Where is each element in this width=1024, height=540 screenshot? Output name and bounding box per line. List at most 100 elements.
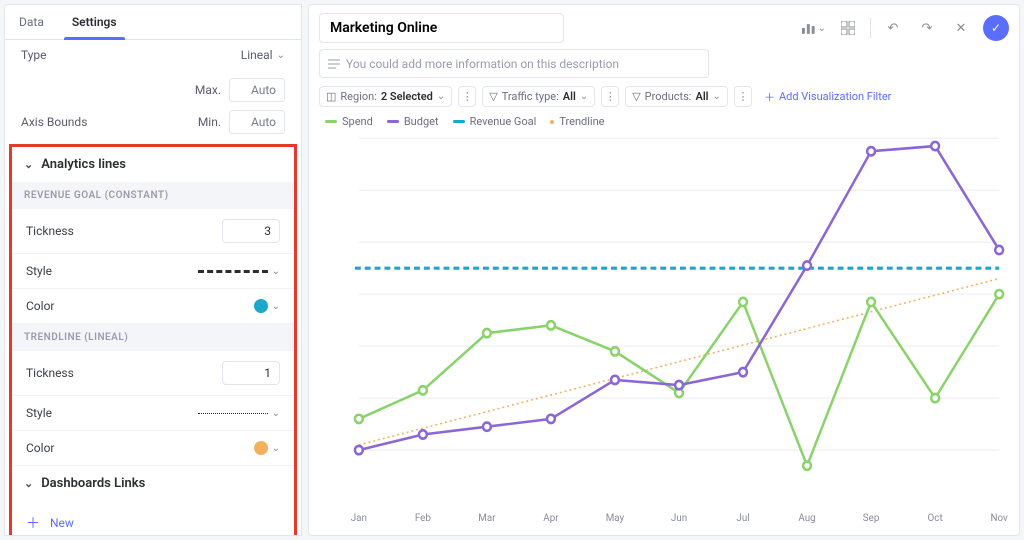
- chevron-down-icon: ⌄: [24, 477, 33, 490]
- color-row: Color ⌄: [12, 431, 294, 466]
- chevron-down-icon: ⌄: [24, 158, 33, 171]
- description-placeholder: You could add more information on this d…: [346, 57, 619, 71]
- analytics-group-title: TRENDLINE (LINEAL): [12, 324, 294, 351]
- chevron-down-icon: ⌄: [272, 408, 280, 419]
- analytics-lines-title: Analytics lines: [41, 157, 126, 172]
- filter-traffic[interactable]: ▽ Traffic type: All ⌄: [482, 86, 595, 107]
- filter-bar: ◫ Region: 2 Selected ⌄ ⋮ ▽ Traffic type:…: [319, 86, 1009, 107]
- axis-bounds-label: Axis Bounds: [21, 115, 87, 129]
- axis-min-label: Min.: [198, 115, 221, 129]
- description-row[interactable]: You could add more information on this d…: [319, 49, 709, 78]
- chart-area: 20406080100120140JanFebMarAprMayJunJulAu…: [349, 132, 1009, 527]
- chart-legend: Spend Budget Revenue Goal Trendline: [325, 115, 1009, 128]
- add-filter-button[interactable]: ＋ Add Visualization Filter: [764, 89, 891, 105]
- color-label: Color: [26, 299, 54, 313]
- add-new-button[interactable]: ＋ New: [12, 501, 294, 535]
- top-actions: ⌄ ↶ ↷ ✕ ✓: [802, 15, 1009, 41]
- chevron-down-icon: ⌄: [277, 50, 285, 61]
- tab-data[interactable]: Data: [5, 5, 58, 39]
- type-value: Lineal: [241, 48, 273, 62]
- legend-label: Revenue Goal: [470, 115, 537, 128]
- visualization-panel: ⌄ ↶ ↷ ✕ ✓ You could add more information…: [308, 4, 1020, 536]
- filter-traffic-menu[interactable]: ⋮: [601, 86, 619, 107]
- filter-products-value: All: [695, 90, 708, 103]
- svg-text:May: May: [606, 513, 625, 524]
- color-row: Color ⌄: [12, 289, 294, 324]
- filter-traffic-value: All: [563, 90, 576, 103]
- legend-swatch: [550, 120, 554, 124]
- description-list-icon: [328, 54, 340, 73]
- chevron-down-icon: ⌄: [272, 266, 280, 277]
- svg-text:Feb: Feb: [415, 513, 431, 524]
- style-dropdown[interactable]: ⌄: [198, 265, 280, 277]
- layout-grid-icon[interactable]: [836, 16, 860, 40]
- color-dropdown[interactable]: ⌄: [254, 299, 280, 313]
- style-label: Style: [26, 406, 52, 420]
- chart-type-dropdown[interactable]: ⌄: [802, 16, 826, 40]
- axis-min-input[interactable]: Auto: [229, 110, 285, 134]
- svg-text:Oct: Oct: [928, 513, 943, 524]
- line-chart: 20406080100120140JanFebMarAprMayJunJulAu…: [349, 132, 1009, 527]
- axis-max-label: Max.: [195, 83, 221, 97]
- chevron-down-icon: ⌄: [713, 91, 721, 102]
- svg-text:Jan: Jan: [351, 513, 367, 524]
- style-row: Style ⌄: [12, 396, 294, 431]
- type-row: Type Lineal ⌄: [5, 40, 301, 70]
- thickness-row: Tickness 1: [12, 351, 294, 396]
- legend-label: Spend: [342, 115, 373, 128]
- thickness-input[interactable]: 3: [222, 219, 280, 243]
- plus-icon: ＋: [26, 513, 40, 533]
- filter-products-label: Products:: [645, 90, 692, 103]
- thickness-input[interactable]: 1: [222, 361, 280, 385]
- legend-trendline: Trendline: [550, 115, 604, 128]
- svg-text:Mar: Mar: [478, 513, 496, 524]
- analytics-lines-header[interactable]: ⌄ Analytics lines: [12, 147, 294, 182]
- filter-region[interactable]: ◫ Region: 2 Selected ⌄: [319, 86, 452, 107]
- settings-scroll: Type Lineal ⌄ Max. Auto Axis Bounds Min.…: [5, 40, 301, 535]
- chevron-down-icon: ⌄: [580, 91, 588, 102]
- legend-label: Budget: [404, 115, 439, 128]
- filter-traffic-label: Traffic type:: [502, 90, 559, 103]
- filter-region-menu[interactable]: ⋮: [458, 86, 476, 107]
- filter-region-label: Region:: [340, 90, 376, 103]
- funnel-icon: ▽: [489, 90, 497, 103]
- legend-swatch: [453, 120, 465, 123]
- legend-revenue-goal: Revenue Goal: [453, 115, 537, 128]
- svg-text:Apr: Apr: [543, 513, 559, 524]
- axis-max-input[interactable]: Auto: [229, 78, 285, 102]
- style-dropdown[interactable]: ⌄: [198, 407, 280, 419]
- legend-label: Trendline: [559, 115, 604, 128]
- svg-text:Sep: Sep: [863, 513, 880, 524]
- color-dropdown[interactable]: ⌄: [254, 441, 280, 455]
- filter-region-value: 2 Selected: [381, 90, 433, 103]
- dashboards-links-header[interactable]: ⌄ Dashboards Links: [12, 466, 294, 501]
- type-dropdown[interactable]: Lineal ⌄: [241, 48, 285, 62]
- analytics-group-title: REVENUE GOAL (CONSTANT): [12, 182, 294, 209]
- chevron-down-icon: ⌄: [272, 443, 280, 454]
- analytics-highlight: ⌄ Analytics lines REVENUE GOAL (CONSTANT…: [9, 144, 297, 535]
- chevron-down-icon: ⌄: [272, 301, 280, 312]
- legend-swatch: [387, 120, 399, 123]
- filter-products-menu[interactable]: ⋮: [734, 86, 752, 107]
- axis-max-row: Max. Auto: [5, 70, 301, 110]
- svg-text:Aug: Aug: [798, 513, 815, 524]
- filter-products[interactable]: ▽ Products: All ⌄: [625, 86, 728, 107]
- top-bar: ⌄ ↶ ↷ ✕ ✓: [319, 13, 1009, 43]
- confirm-button[interactable]: ✓: [983, 15, 1009, 41]
- divider: [870, 18, 871, 38]
- close-icon[interactable]: ✕: [949, 16, 973, 40]
- color-label: Color: [26, 441, 54, 455]
- tab-settings[interactable]: Settings: [58, 5, 131, 39]
- thickness-label: Tickness: [26, 366, 74, 380]
- settings-panel: Data Settings Type Lineal ⌄ Max. Auto Ax…: [4, 4, 302, 536]
- thickness-row: Tickness3: [12, 209, 294, 254]
- type-label: Type: [21, 48, 47, 62]
- funnel-icon: ▽: [632, 90, 640, 103]
- svg-text:Nov: Nov: [990, 513, 1007, 524]
- panel-tabs: Data Settings: [5, 5, 301, 40]
- svg-text:Jul: Jul: [736, 513, 749, 524]
- dashboards-links-title: Dashboards Links: [41, 476, 145, 491]
- undo-icon[interactable]: ↶: [881, 16, 905, 40]
- redo-icon[interactable]: ↷: [915, 16, 939, 40]
- chart-title-input[interactable]: [319, 13, 564, 43]
